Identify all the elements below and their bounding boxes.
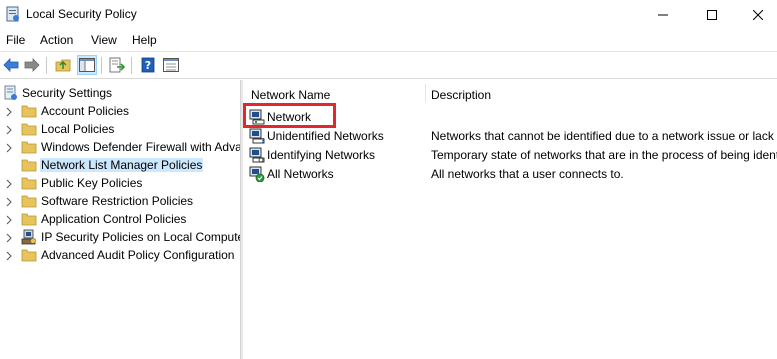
- toolbar-separator: [46, 57, 47, 74]
- tree-item-local-policies[interactable]: Local Policies: [0, 120, 240, 138]
- network-icon: [249, 109, 265, 125]
- chevron-right-icon[interactable]: [5, 250, 13, 261]
- network-description: All networks that a user connects to.: [431, 167, 624, 181]
- tree-item-label: Software Restriction Policies: [41, 194, 194, 208]
- column-header-description[interactable]: Description: [431, 80, 491, 104]
- tree-item-label: Public Key Policies: [41, 176, 143, 190]
- up-folder-icon: [55, 59, 71, 72]
- network-name: Unidentified Networks: [267, 129, 384, 143]
- chevron-right-icon[interactable]: [5, 232, 13, 243]
- security-policy-app-icon: [6, 6, 20, 22]
- tree-item-label: Advanced Audit Policy Configuration: [41, 248, 235, 262]
- list-item-identifying-networks[interactable]: Identifying Networks Temporary state of …: [243, 145, 777, 164]
- up-one-level-button[interactable]: [53, 55, 73, 75]
- network-description: Temporary state of networks that are in …: [431, 148, 777, 162]
- folder-icon: [21, 157, 37, 173]
- close-button[interactable]: [735, 0, 777, 29]
- tree-item-label: Local Policies: [41, 122, 115, 136]
- chevron-right-icon[interactable]: [5, 142, 13, 153]
- export-list-icon: [109, 57, 125, 73]
- folder-icon: [21, 139, 37, 155]
- tree-item-windows-defender-firewall[interactable]: Windows Defender Firewall with Adva: [0, 138, 240, 156]
- title-bar: Local Security Policy: [0, 0, 777, 29]
- close-icon: [753, 9, 763, 20]
- toolbar: ?: [0, 51, 777, 79]
- folder-icon: [21, 211, 37, 227]
- maximize-icon: [707, 9, 717, 20]
- tree-item-label: Security Settings: [22, 86, 113, 100]
- export-list-button[interactable]: [107, 55, 127, 75]
- tree-item-label: Application Control Policies: [41, 212, 187, 226]
- network-name: Identifying Networks: [267, 148, 376, 162]
- folder-icon: [21, 121, 37, 137]
- tree-root-security-settings[interactable]: Security Settings: [0, 84, 240, 102]
- properties-icon: [163, 58, 179, 72]
- properties-button[interactable]: [161, 55, 181, 75]
- forward-button[interactable]: [22, 55, 42, 75]
- all-networks-icon: [249, 166, 265, 183]
- tree-item-label: Windows Defender Firewall with Adva: [41, 140, 240, 154]
- chevron-right-icon[interactable]: [5, 196, 13, 207]
- identifying-network-icon: [249, 147, 265, 163]
- show-hide-tree-button[interactable]: [77, 55, 97, 75]
- ip-security-icon: [21, 229, 37, 245]
- tree-item-software-restriction-policies[interactable]: Software Restriction Policies: [0, 192, 240, 210]
- tree-item-advanced-audit-policy[interactable]: Advanced Audit Policy Configuration: [0, 246, 240, 264]
- chevron-right-icon[interactable]: [5, 178, 13, 189]
- console-tree: Security Settings Account Policies Local…: [0, 80, 240, 359]
- folder-icon: [21, 175, 37, 191]
- show-hide-tree-icon: [79, 58, 95, 72]
- back-arrow-icon: [3, 58, 19, 72]
- minimize-icon: [658, 14, 668, 15]
- maximize-button[interactable]: [689, 0, 735, 29]
- tree-item-label: IP Security Policies on Local Compute: [41, 230, 240, 244]
- folder-icon: [21, 103, 37, 119]
- list-item-network[interactable]: Network: [243, 103, 777, 128]
- results-list: Network Name Description Network ? Unide…: [243, 80, 777, 359]
- unidentified-network-icon: ?: [249, 128, 265, 145]
- column-separator[interactable]: [425, 84, 426, 102]
- tree-item-label: Network List Manager Policies: [40, 158, 204, 172]
- menu-bar: File Action View Help: [0, 29, 777, 51]
- menu-action[interactable]: Action: [40, 33, 73, 47]
- tree-item-application-control-policies[interactable]: Application Control Policies: [0, 210, 240, 228]
- toolbar-separator: [101, 57, 102, 74]
- chevron-right-icon[interactable]: [5, 214, 13, 225]
- window-title: Local Security Policy: [26, 7, 137, 21]
- forward-arrow-icon: [24, 58, 40, 72]
- security-settings-icon: [3, 85, 19, 101]
- tree-item-ip-security-policies[interactable]: IP Security Policies on Local Compute: [0, 228, 240, 246]
- minimize-button[interactable]: [640, 0, 686, 29]
- chevron-right-icon[interactable]: [5, 106, 13, 117]
- svg-text:?: ?: [145, 59, 151, 72]
- menu-help[interactable]: Help: [132, 33, 157, 47]
- svg-text:?: ?: [261, 137, 265, 144]
- toolbar-separator: [131, 57, 132, 74]
- list-item-unidentified-networks[interactable]: ? Unidentified Networks Networks that ca…: [243, 126, 777, 145]
- list-item-all-networks[interactable]: All Networks All networks that a user co…: [243, 164, 777, 183]
- tree-item-account-policies[interactable]: Account Policies: [0, 102, 240, 120]
- network-name: All Networks: [267, 167, 334, 181]
- network-name: Network: [267, 110, 312, 124]
- help-button[interactable]: ?: [138, 55, 158, 75]
- column-header-network-name[interactable]: Network Name: [251, 80, 330, 104]
- chevron-right-icon[interactable]: [5, 124, 13, 135]
- tree-item-label: Account Policies: [41, 104, 130, 118]
- network-description: Networks that cannot be identified due t…: [431, 129, 774, 143]
- folder-icon: [21, 193, 37, 209]
- folder-icon: [21, 247, 37, 263]
- menu-file[interactable]: File: [6, 33, 25, 47]
- tree-item-public-key-policies[interactable]: Public Key Policies: [0, 174, 240, 192]
- menu-view[interactable]: View: [91, 33, 117, 47]
- back-button[interactable]: [1, 55, 21, 75]
- tree-item-network-list-manager-policies[interactable]: Network List Manager Policies: [0, 156, 240, 174]
- help-icon: ?: [141, 57, 155, 73]
